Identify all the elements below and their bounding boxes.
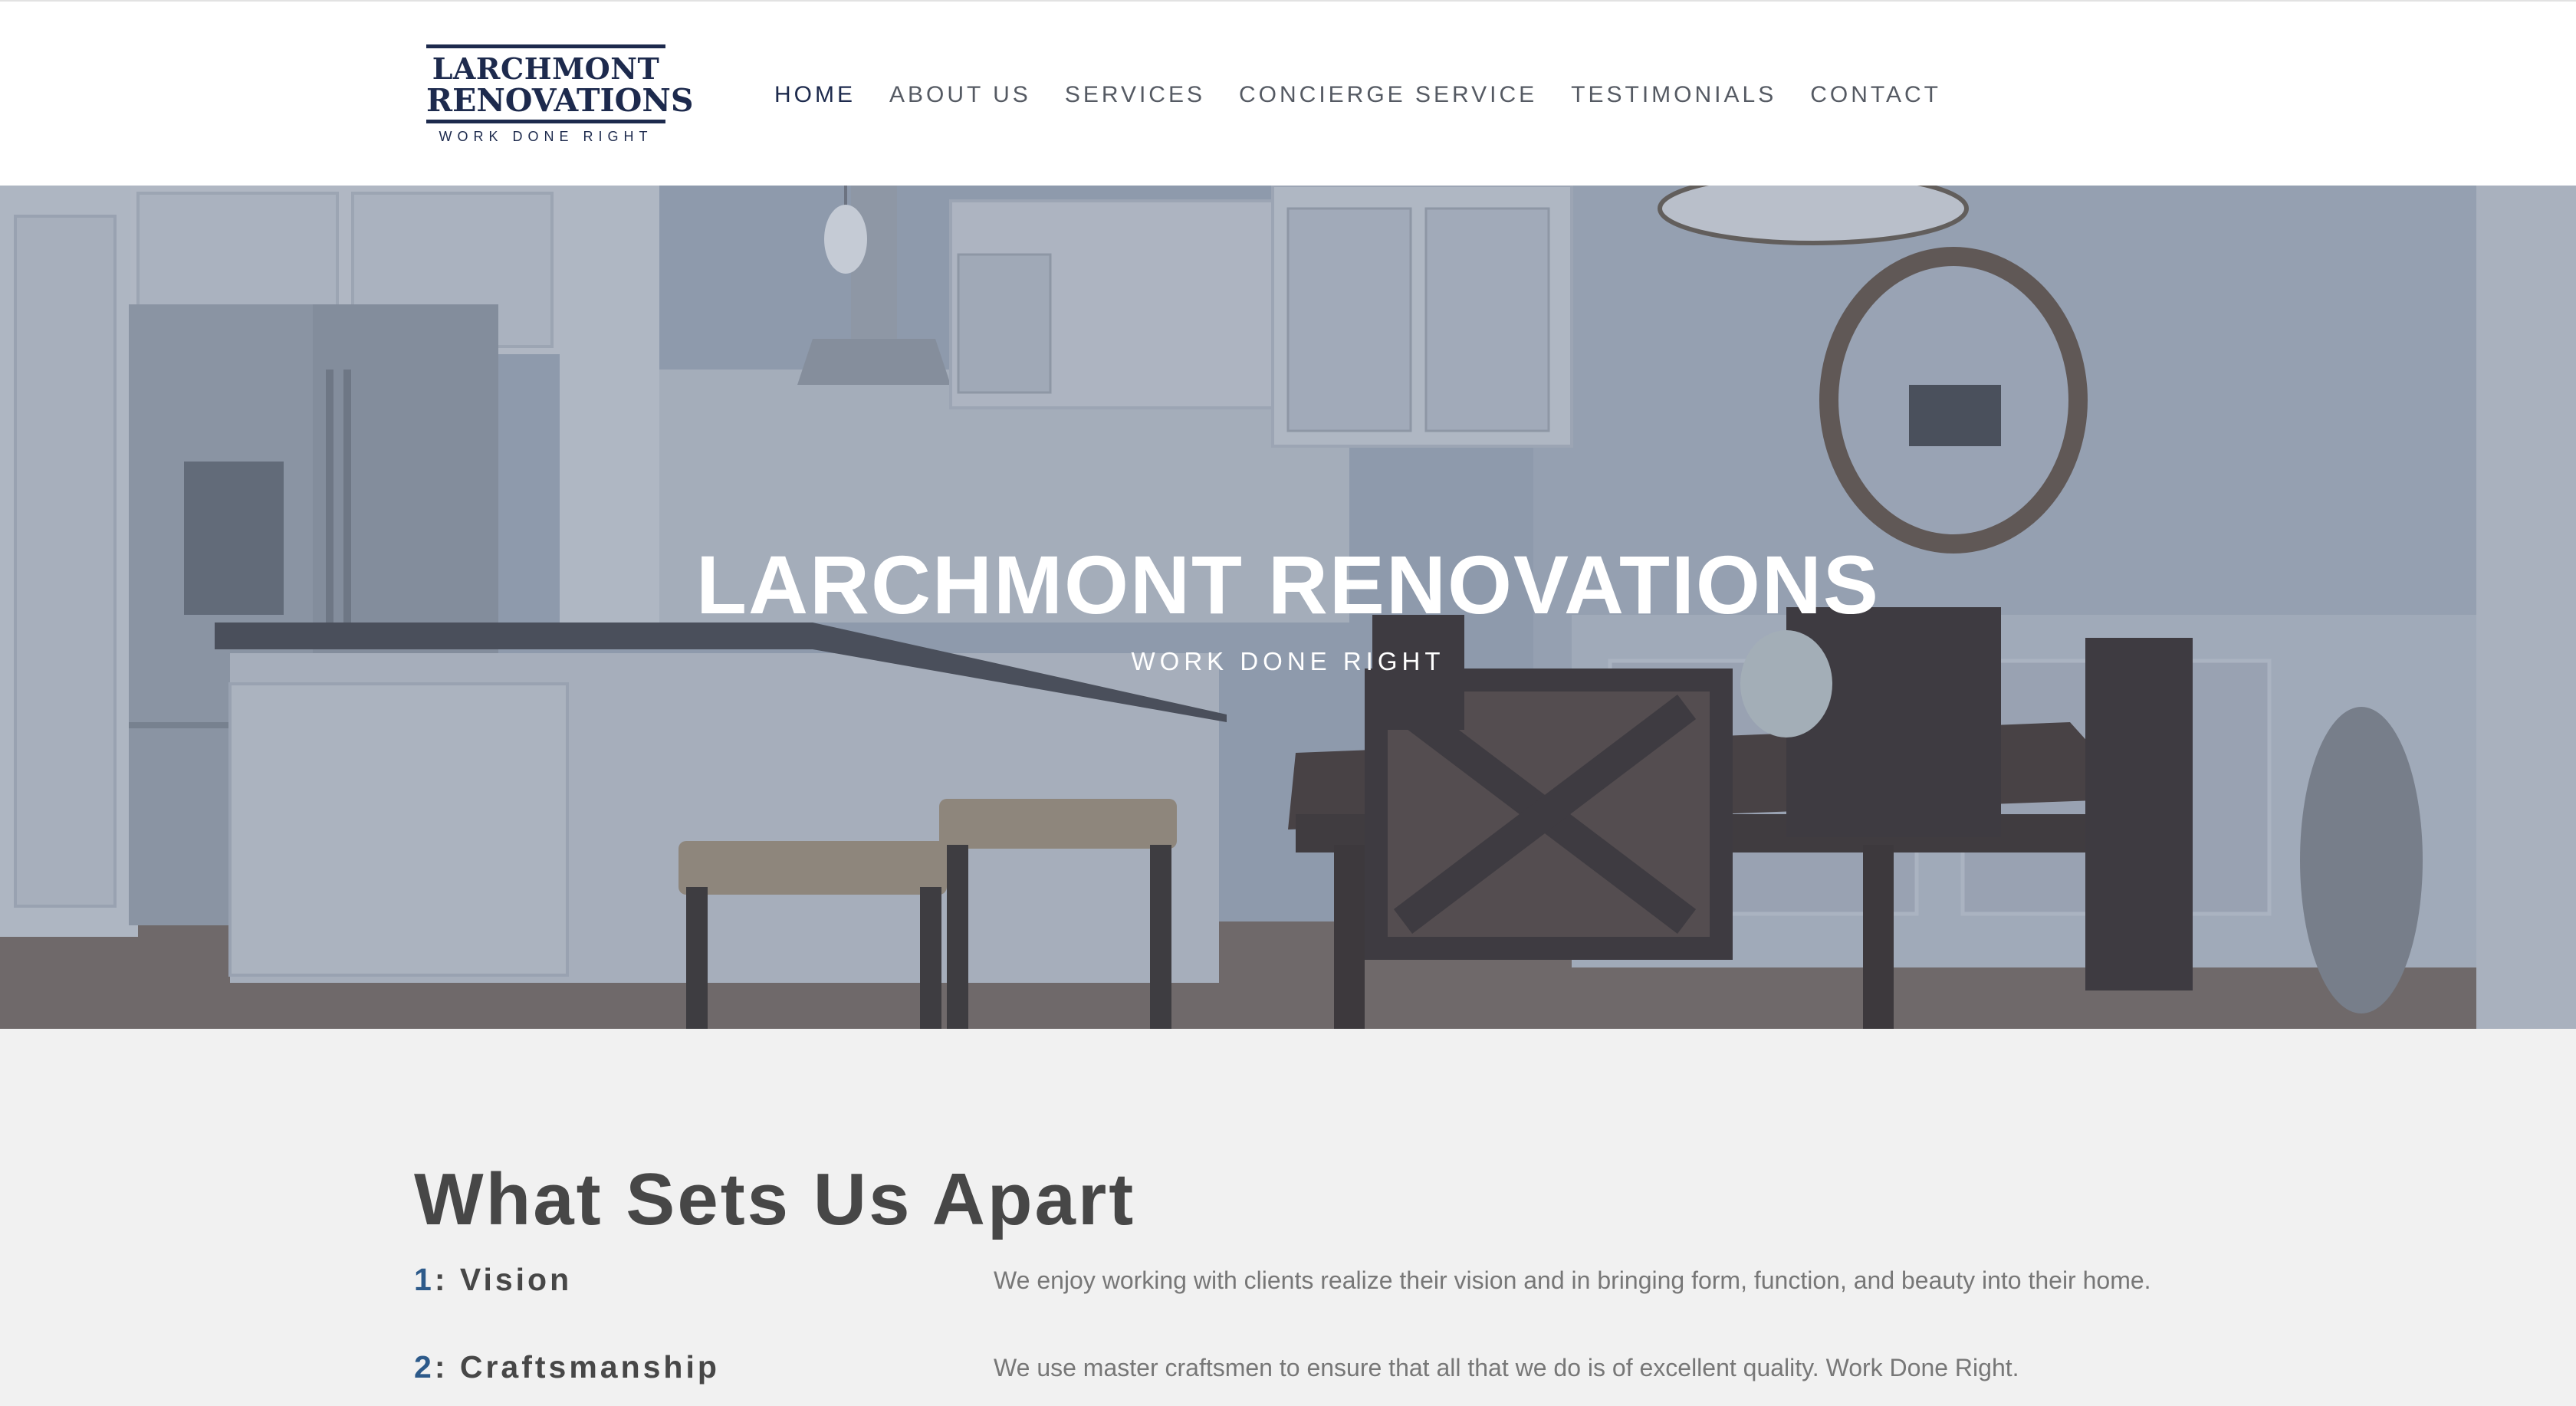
- site-logo[interactable]: LARCHMONT RENOVATIONS WORK DONE RIGHT: [426, 44, 694, 147]
- hero-title: LARCHMONT RENOVATIONS: [696, 538, 1880, 631]
- logo-rule-top: [426, 44, 665, 48]
- hero-subtitle: WORK DONE RIGHT: [1131, 647, 1445, 675]
- logo-tagline: WORK DONE RIGHT: [439, 129, 653, 144]
- features-section: What Sets Us Apart 1: Vision We enjoy wo…: [0, 1029, 2576, 1406]
- feature-description: We enjoy working with clients realize th…: [994, 1266, 2151, 1294]
- feature-description: We use master craftsmen to ensure that a…: [994, 1354, 2019, 1381]
- feature-label: 2: Craftsmanship: [414, 1349, 720, 1385]
- hero-banner: LARCHMONT RENOVATIONS WORK DONE RIGHT: [0, 186, 2576, 1029]
- nav-contact[interactable]: CONTACT: [1810, 81, 1941, 109]
- feature-number: 2: [414, 1349, 435, 1385]
- nav-about-us[interactable]: ABOUT US: [889, 81, 1031, 109]
- logo-rule-bottom: [426, 120, 665, 123]
- main-nav: HOME ABOUT US SERVICES CONCIERGE SERVICE…: [774, 81, 1975, 109]
- feature-number: 1: [414, 1262, 435, 1297]
- logo-line-2: RENOVATIONS: [426, 82, 694, 119]
- nav-home[interactable]: HOME: [774, 81, 856, 109]
- nav-concierge-service[interactable]: CONCIERGE SERVICE: [1239, 81, 1537, 109]
- logo-line-1: LARCHMONT: [432, 51, 660, 86]
- feature-name: : Craftsmanship: [434, 1349, 720, 1385]
- nav-testimonials[interactable]: TESTIMONIALS: [1571, 81, 1776, 109]
- site-header: LARCHMONT RENOVATIONS WORK DONE RIGHT HO…: [0, 0, 2576, 186]
- feature-name: : Vision: [434, 1262, 573, 1297]
- section-title: What Sets Us Apart: [414, 1158, 1136, 1240]
- nav-services[interactable]: SERVICES: [1065, 81, 1205, 109]
- feature-label: 1: Vision: [414, 1262, 572, 1298]
